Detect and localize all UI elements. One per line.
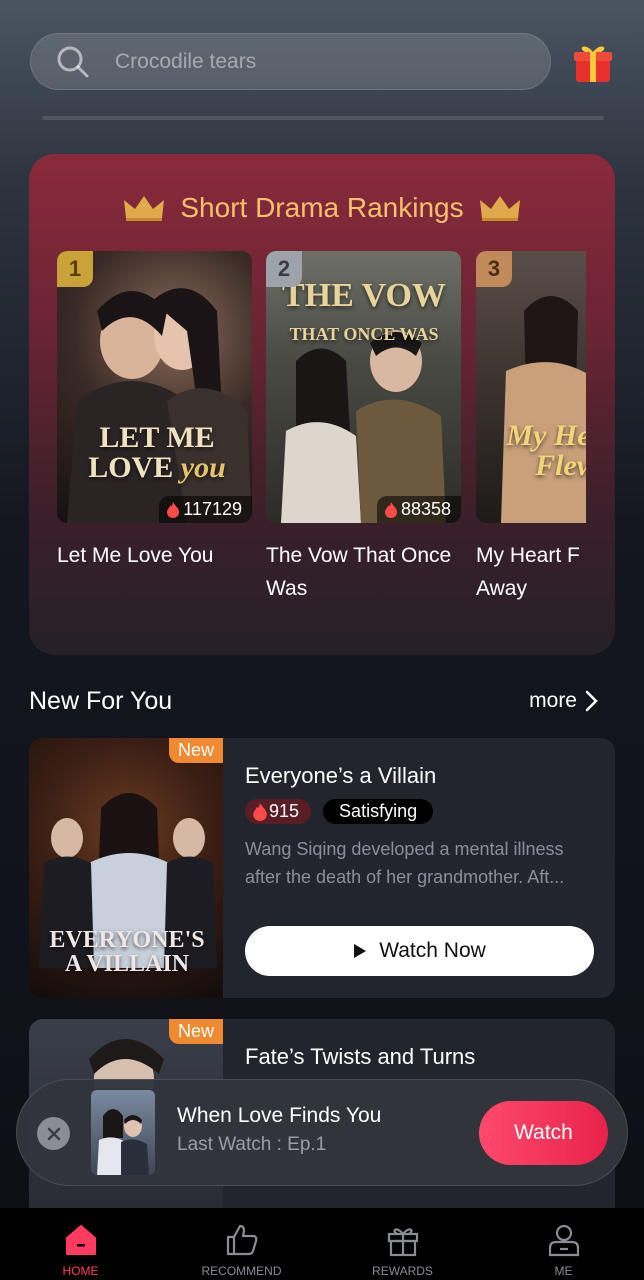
- top-divider: [42, 116, 604, 120]
- poster-image: THE VOW THAT ONCE WAS 2 88358: [266, 251, 461, 523]
- watch-now-button[interactable]: Watch Now: [245, 926, 594, 976]
- poster-image: EVERYONE'S A VILLAIN New: [29, 738, 223, 998]
- poster-title-art: My HeartFlew: [506, 419, 586, 482]
- rankings-title: Short Drama Rankings: [29, 192, 615, 224]
- hot-count: 915: [269, 801, 300, 821]
- search-bar[interactable]: [30, 33, 551, 90]
- poster-image: My HeartFlew 3: [476, 251, 586, 523]
- ranking-title: My Heart F Away: [476, 544, 580, 600]
- poster-title-art: THE VOW THAT ONCE WAS: [281, 277, 446, 344]
- drama-card[interactable]: EVERYONE'S A VILLAIN New Everyone’s a Vil…: [29, 738, 615, 998]
- gift-icon: [387, 1228, 418, 1257]
- rankings-title-text: Short Drama Rankings: [180, 192, 464, 223]
- rank-number: 3: [476, 251, 512, 287]
- nav-recommend-label: RECOMMEND: [201, 1264, 282, 1278]
- rank-number: 2: [266, 251, 302, 287]
- genre-tag: Satisfying: [323, 799, 434, 824]
- last-watch-text: Last Watch : Ep.1: [177, 1134, 327, 1155]
- close-button[interactable]: [37, 1117, 70, 1150]
- continue-title: When Love Finds You: [177, 1104, 382, 1127]
- user-icon: [548, 1224, 579, 1257]
- new-badge: New: [168, 1019, 223, 1044]
- view-count-text: 117129: [183, 499, 242, 519]
- tag-row: 915 Satisfying: [245, 799, 434, 824]
- drama-title: Fate’s Twists and Turns: [245, 1044, 476, 1069]
- nav-home-label: HOME: [62, 1264, 99, 1278]
- new-badge: New: [168, 738, 223, 763]
- watch-button[interactable]: Watch: [479, 1101, 608, 1165]
- play-icon: [354, 944, 367, 958]
- chevron-right-icon: [585, 690, 598, 712]
- search-icon: [57, 46, 89, 77]
- nav-rewards[interactable]: REWARDS: [322, 1208, 483, 1280]
- nav-rewards-label: REWARDS: [372, 1264, 433, 1278]
- ranking-item-3[interactable]: My HeartFlew 3 My Heart F Away: [476, 251, 586, 605]
- view-count: 117129: [159, 496, 252, 523]
- close-icon: [47, 1127, 60, 1140]
- nav-me[interactable]: ME: [483, 1208, 644, 1280]
- ranking-item-1[interactable]: LET ME LOVE you 1 117129 Let Me Love You: [57, 251, 252, 572]
- gift-icon[interactable]: [571, 40, 615, 84]
- ranking-item-2[interactable]: THE VOW THAT ONCE WAS 2 88358 The Vow Tha…: [266, 251, 461, 605]
- poster-title-art: LET ME LOVE you: [88, 421, 226, 484]
- more-link[interactable]: more: [529, 689, 599, 713]
- view-count: 88358: [376, 496, 461, 523]
- ranking-title: The Vow That Once Was: [266, 544, 452, 600]
- continue-watching-bar[interactable]: When Love Finds You Last Watch : Ep.1 Wa…: [16, 1079, 628, 1186]
- search-input[interactable]: [115, 49, 495, 74]
- bottom-nav: HOME RECOMMEND REWARDS ME: [0, 1208, 644, 1280]
- fire-icon: [167, 501, 180, 518]
- poster-title-art: EVERYONE'S A VILLAIN: [49, 927, 205, 977]
- crown-icon: [479, 196, 520, 221]
- crown-icon: [124, 196, 165, 221]
- continue-thumbnail: [91, 1090, 155, 1175]
- more-label: more: [529, 689, 577, 712]
- ranking-title: Let Me Love You: [57, 544, 214, 567]
- thumbs-up-icon: [226, 1224, 257, 1256]
- poster-image: LET ME LOVE you 1 117129: [57, 251, 252, 523]
- home-icon: [65, 1225, 96, 1255]
- watch-now-label: Watch Now: [379, 939, 486, 962]
- nav-home[interactable]: HOME: [0, 1208, 161, 1280]
- view-count-text: 88358: [400, 499, 451, 519]
- drama-title: Everyone’s a Villain: [245, 763, 437, 788]
- nav-me-label: ME: [554, 1264, 573, 1278]
- nav-recommend[interactable]: RECOMMEND: [161, 1208, 322, 1280]
- fire-icon: [384, 501, 397, 518]
- rank-number: 1: [57, 251, 93, 287]
- new-for-you-header: New For You more: [29, 686, 599, 716]
- drama-description: Wang Siqing developed a mental illness a…: [245, 839, 565, 887]
- section-title: New For You: [29, 686, 173, 715]
- hot-tag: 915: [245, 799, 312, 824]
- rankings-card: Short Drama Rankings LET ME LOVE you 1 1…: [29, 154, 615, 655]
- fire-icon: [253, 802, 267, 821]
